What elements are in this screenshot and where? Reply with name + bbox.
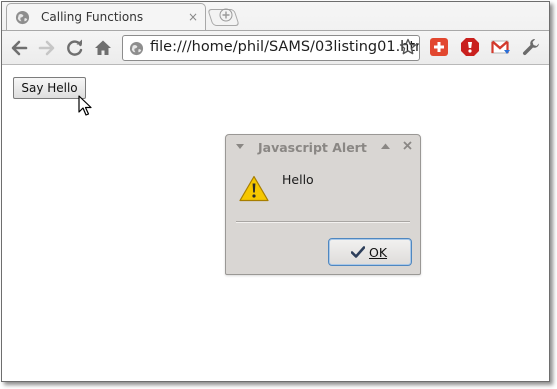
reload-icon[interactable] [64,37,86,59]
javascript-alert-dialog: Javascript Alert Hello OK [225,134,421,275]
wrench-icon[interactable] [521,37,541,57]
page-info-icon[interactable] [129,41,144,56]
dialog-title: Javascript Alert [258,140,367,155]
alert-message: Hello [282,172,314,187]
browser-tab[interactable]: Calling Functions × [6,3,206,31]
gmail-checker-icon[interactable] [491,37,511,57]
tab-strip: Calling Functions × [2,2,549,31]
window-menu-icon[interactable] [236,144,244,150]
warning-icon [239,175,269,202]
browser-window: Calling Functions × file:///home/phil/SA… [1,1,550,382]
tab-close-icon[interactable]: × [188,9,198,25]
dialog-titlebar[interactable]: Javascript Alert [226,135,420,160]
bookmark-star-icon[interactable] [399,38,417,56]
mouse-cursor-icon [78,95,92,116]
ok-label: OK [369,245,388,260]
url-text[interactable]: file:///home/phil/SAMS/03listing01.html [150,39,419,55]
tab-title: Calling Functions [41,10,144,24]
dialog-separator [236,221,410,223]
address-bar[interactable]: file:///home/phil/SAMS/03listing01.html [122,35,420,61]
dialog-close-icon[interactable] [403,141,412,150]
back-arrow-icon[interactable] [8,37,30,59]
forward-arrow-icon[interactable] [36,37,58,59]
plus-icon [219,8,233,22]
adblock-extension-icon[interactable] [460,37,480,57]
maximize-icon[interactable] [381,143,390,149]
google-plus-extension-icon[interactable] [429,37,449,57]
ok-button[interactable]: OK [328,238,412,266]
home-icon[interactable] [92,37,114,59]
browser-toolbar: file:///home/phil/SAMS/03listing01.html [2,30,549,65]
say-hello-button[interactable]: Say Hello [13,77,86,99]
checkmark-icon [351,246,365,258]
globe-icon [15,10,30,25]
